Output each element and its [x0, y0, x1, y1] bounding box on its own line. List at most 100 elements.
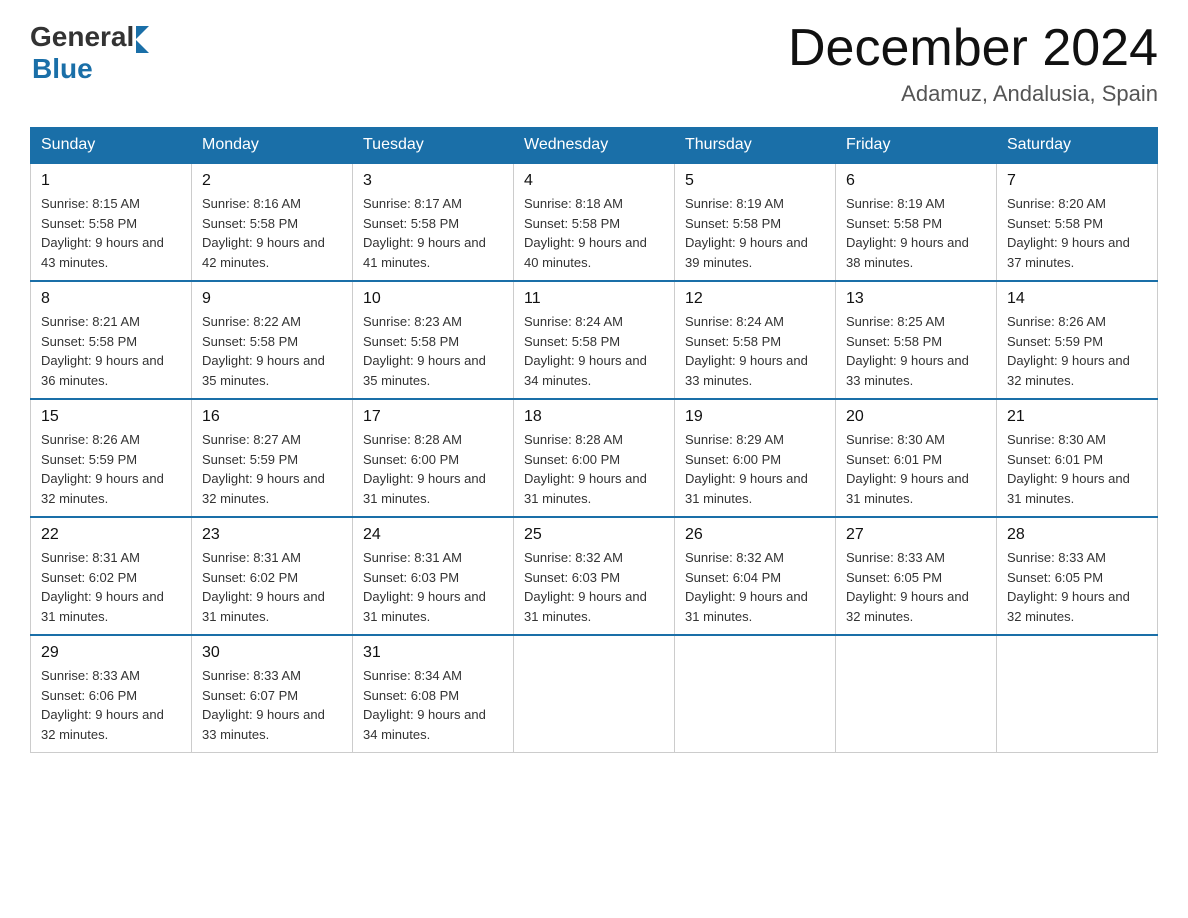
calendar-cell [675, 635, 836, 753]
day-number: 5 [685, 172, 825, 190]
day-number: 3 [363, 172, 503, 190]
day-info: Sunrise: 8:28 AMSunset: 6:00 PMDaylight:… [363, 430, 503, 508]
day-info: Sunrise: 8:27 AMSunset: 5:59 PMDaylight:… [202, 430, 342, 508]
calendar-cell [836, 635, 997, 753]
day-info: Sunrise: 8:24 AMSunset: 5:58 PMDaylight:… [524, 312, 664, 390]
day-number: 15 [41, 408, 181, 426]
weekday-header-thursday: Thursday [675, 128, 836, 164]
weekday-header-monday: Monday [192, 128, 353, 164]
page-header: General Blue December 2024 Adamuz, Andal… [30, 20, 1158, 107]
day-number: 20 [846, 408, 986, 426]
calendar-cell: 28 Sunrise: 8:33 AMSunset: 6:05 PMDaylig… [997, 517, 1158, 635]
calendar-table: SundayMondayTuesdayWednesdayThursdayFrid… [30, 127, 1158, 753]
calendar-cell: 2 Sunrise: 8:16 AMSunset: 5:58 PMDayligh… [192, 163, 353, 281]
calendar-cell: 6 Sunrise: 8:19 AMSunset: 5:58 PMDayligh… [836, 163, 997, 281]
week-row-2: 8 Sunrise: 8:21 AMSunset: 5:58 PMDayligh… [31, 281, 1158, 399]
day-info: Sunrise: 8:20 AMSunset: 5:58 PMDaylight:… [1007, 194, 1147, 272]
calendar-cell: 12 Sunrise: 8:24 AMSunset: 5:58 PMDaylig… [675, 281, 836, 399]
day-number: 31 [363, 644, 503, 662]
day-info: Sunrise: 8:29 AMSunset: 6:00 PMDaylight:… [685, 430, 825, 508]
logo-blue-text: Blue [30, 53, 149, 85]
day-info: Sunrise: 8:16 AMSunset: 5:58 PMDaylight:… [202, 194, 342, 272]
calendar-cell: 30 Sunrise: 8:33 AMSunset: 6:07 PMDaylig… [192, 635, 353, 753]
day-info: Sunrise: 8:25 AMSunset: 5:58 PMDaylight:… [846, 312, 986, 390]
calendar-cell: 1 Sunrise: 8:15 AMSunset: 5:58 PMDayligh… [31, 163, 192, 281]
day-number: 28 [1007, 526, 1147, 544]
day-info: Sunrise: 8:18 AMSunset: 5:58 PMDaylight:… [524, 194, 664, 272]
day-info: Sunrise: 8:31 AMSunset: 6:02 PMDaylight:… [202, 548, 342, 626]
month-title: December 2024 [788, 20, 1158, 77]
day-number: 19 [685, 408, 825, 426]
day-number: 11 [524, 290, 664, 308]
weekday-header-friday: Friday [836, 128, 997, 164]
calendar-cell: 15 Sunrise: 8:26 AMSunset: 5:59 PMDaylig… [31, 399, 192, 517]
calendar-cell: 21 Sunrise: 8:30 AMSunset: 6:01 PMDaylig… [997, 399, 1158, 517]
calendar-cell: 8 Sunrise: 8:21 AMSunset: 5:58 PMDayligh… [31, 281, 192, 399]
calendar-cell: 27 Sunrise: 8:33 AMSunset: 6:05 PMDaylig… [836, 517, 997, 635]
day-number: 9 [202, 290, 342, 308]
day-number: 2 [202, 172, 342, 190]
day-number: 13 [846, 290, 986, 308]
calendar-cell: 10 Sunrise: 8:23 AMSunset: 5:58 PMDaylig… [353, 281, 514, 399]
day-number: 25 [524, 526, 664, 544]
calendar-cell: 9 Sunrise: 8:22 AMSunset: 5:58 PMDayligh… [192, 281, 353, 399]
day-info: Sunrise: 8:23 AMSunset: 5:58 PMDaylight:… [363, 312, 503, 390]
day-number: 7 [1007, 172, 1147, 190]
day-number: 18 [524, 408, 664, 426]
day-info: Sunrise: 8:30 AMSunset: 6:01 PMDaylight:… [846, 430, 986, 508]
day-number: 24 [363, 526, 503, 544]
day-info: Sunrise: 8:22 AMSunset: 5:58 PMDaylight:… [202, 312, 342, 390]
day-info: Sunrise: 8:30 AMSunset: 6:01 PMDaylight:… [1007, 430, 1147, 508]
week-row-4: 22 Sunrise: 8:31 AMSunset: 6:02 PMDaylig… [31, 517, 1158, 635]
title-area: December 2024 Adamuz, Andalusia, Spain [788, 20, 1158, 107]
calendar-cell: 29 Sunrise: 8:33 AMSunset: 6:06 PMDaylig… [31, 635, 192, 753]
day-number: 23 [202, 526, 342, 544]
day-info: Sunrise: 8:24 AMSunset: 5:58 PMDaylight:… [685, 312, 825, 390]
weekday-header-row: SundayMondayTuesdayWednesdayThursdayFrid… [31, 128, 1158, 164]
day-info: Sunrise: 8:31 AMSunset: 6:03 PMDaylight:… [363, 548, 503, 626]
week-row-5: 29 Sunrise: 8:33 AMSunset: 6:06 PMDaylig… [31, 635, 1158, 753]
calendar-cell: 31 Sunrise: 8:34 AMSunset: 6:08 PMDaylig… [353, 635, 514, 753]
day-number: 26 [685, 526, 825, 544]
week-row-1: 1 Sunrise: 8:15 AMSunset: 5:58 PMDayligh… [31, 163, 1158, 281]
day-info: Sunrise: 8:32 AMSunset: 6:04 PMDaylight:… [685, 548, 825, 626]
calendar-cell: 5 Sunrise: 8:19 AMSunset: 5:58 PMDayligh… [675, 163, 836, 281]
day-number: 4 [524, 172, 664, 190]
day-number: 16 [202, 408, 342, 426]
calendar-cell: 16 Sunrise: 8:27 AMSunset: 5:59 PMDaylig… [192, 399, 353, 517]
day-number: 14 [1007, 290, 1147, 308]
day-info: Sunrise: 8:32 AMSunset: 6:03 PMDaylight:… [524, 548, 664, 626]
calendar-cell: 17 Sunrise: 8:28 AMSunset: 6:00 PMDaylig… [353, 399, 514, 517]
day-number: 22 [41, 526, 181, 544]
calendar-cell: 14 Sunrise: 8:26 AMSunset: 5:59 PMDaylig… [997, 281, 1158, 399]
logo-general-text: General [30, 21, 134, 53]
calendar-cell: 13 Sunrise: 8:25 AMSunset: 5:58 PMDaylig… [836, 281, 997, 399]
weekday-header-wednesday: Wednesday [514, 128, 675, 164]
day-info: Sunrise: 8:19 AMSunset: 5:58 PMDaylight:… [685, 194, 825, 272]
day-number: 12 [685, 290, 825, 308]
calendar-cell [514, 635, 675, 753]
day-info: Sunrise: 8:33 AMSunset: 6:06 PMDaylight:… [41, 666, 181, 744]
weekday-header-saturday: Saturday [997, 128, 1158, 164]
day-number: 10 [363, 290, 503, 308]
calendar-cell: 25 Sunrise: 8:32 AMSunset: 6:03 PMDaylig… [514, 517, 675, 635]
day-number: 30 [202, 644, 342, 662]
week-row-3: 15 Sunrise: 8:26 AMSunset: 5:59 PMDaylig… [31, 399, 1158, 517]
logo: General Blue [30, 20, 149, 85]
day-info: Sunrise: 8:15 AMSunset: 5:58 PMDaylight:… [41, 194, 181, 272]
day-number: 29 [41, 644, 181, 662]
location-title: Adamuz, Andalusia, Spain [788, 81, 1158, 107]
day-info: Sunrise: 8:28 AMSunset: 6:00 PMDaylight:… [524, 430, 664, 508]
day-number: 17 [363, 408, 503, 426]
day-info: Sunrise: 8:26 AMSunset: 5:59 PMDaylight:… [41, 430, 181, 508]
day-info: Sunrise: 8:31 AMSunset: 6:02 PMDaylight:… [41, 548, 181, 626]
calendar-cell: 18 Sunrise: 8:28 AMSunset: 6:00 PMDaylig… [514, 399, 675, 517]
calendar-cell: 23 Sunrise: 8:31 AMSunset: 6:02 PMDaylig… [192, 517, 353, 635]
day-info: Sunrise: 8:26 AMSunset: 5:59 PMDaylight:… [1007, 312, 1147, 390]
day-info: Sunrise: 8:34 AMSunset: 6:08 PMDaylight:… [363, 666, 503, 744]
day-info: Sunrise: 8:17 AMSunset: 5:58 PMDaylight:… [363, 194, 503, 272]
day-info: Sunrise: 8:33 AMSunset: 6:05 PMDaylight:… [846, 548, 986, 626]
day-number: 21 [1007, 408, 1147, 426]
calendar-cell: 7 Sunrise: 8:20 AMSunset: 5:58 PMDayligh… [997, 163, 1158, 281]
day-number: 8 [41, 290, 181, 308]
